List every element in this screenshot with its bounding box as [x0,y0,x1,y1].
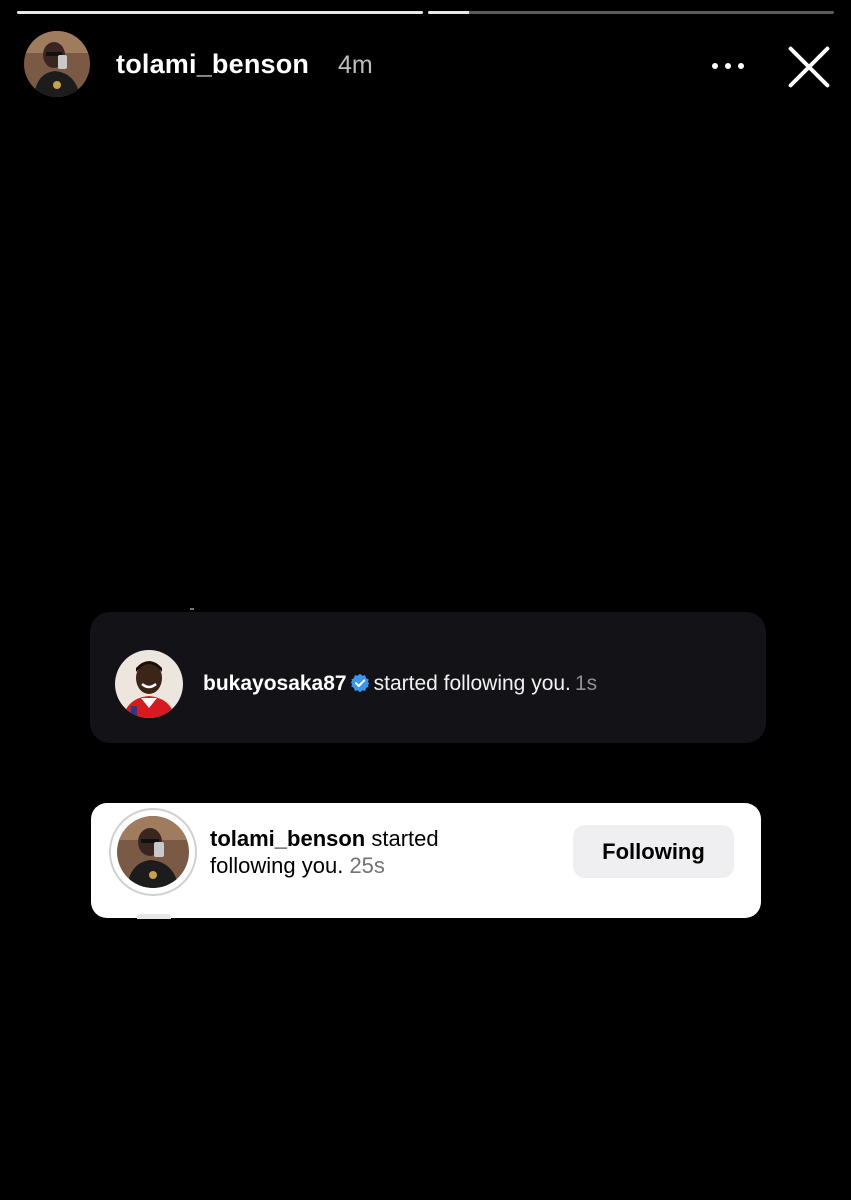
story-author-username[interactable]: tolami_benson [116,49,309,80]
notification-text: bukayosaka87 started following you. 1s [203,672,597,696]
notification-username[interactable]: bukayosaka87 [203,672,347,695]
following-button[interactable]: Following [573,825,734,878]
notification-text: tolami_benson started following you. 25s [210,825,510,879]
notification-card-dark: bukayosaka87 started following you. 1s [90,608,766,743]
tolami-benson-avatar[interactable] [117,816,189,888]
story-author-avatar[interactable] [24,31,90,97]
story-progress-segment-1 [17,11,423,14]
story-timestamp: 4m [338,51,373,79]
notification-timestamp: 25s [349,853,385,878]
bukayosaka-avatar[interactable] [115,650,183,718]
more-options-button[interactable] [706,52,750,82]
notification-card-light: tolami_benson started following you. 25s… [91,803,761,919]
notification-timestamp: 1s [574,672,598,695]
verified-badge-icon [350,673,369,693]
story-progress-segment-2 [428,11,834,14]
close-button[interactable] [786,44,832,90]
notification-action: started following you. [373,672,571,695]
notification-username[interactable]: tolami_benson [210,826,365,851]
